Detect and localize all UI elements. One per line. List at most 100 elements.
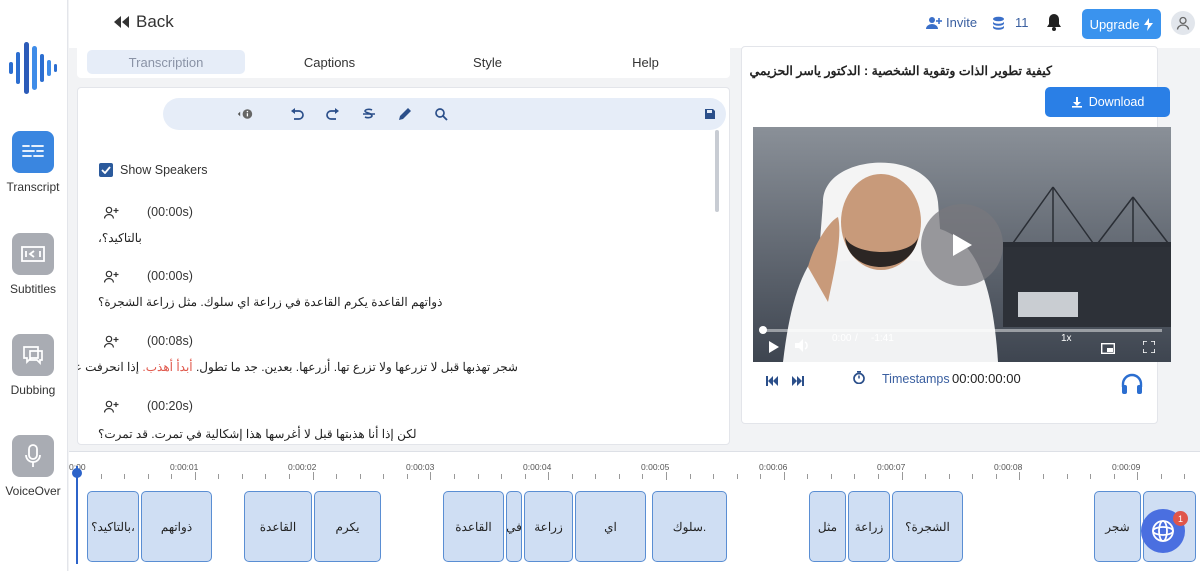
app-logo[interactable] (0, 38, 66, 98)
word-block[interactable]: بالتاكيد؟، (87, 491, 139, 562)
edit-button[interactable] (397, 106, 413, 122)
add-speaker-icon[interactable] (104, 270, 119, 283)
play-icon (953, 234, 972, 256)
add-speaker-icon[interactable] (104, 400, 119, 413)
fullscreen-button[interactable] (1142, 340, 1156, 358)
word-block[interactable]: يكرم (314, 491, 381, 562)
notification-badge: 1 (1173, 511, 1188, 526)
timeline-tick (901, 472, 903, 480)
timestamp-value: 00:00:00:00 (952, 371, 1021, 386)
word-block[interactable]: القاعدة (244, 491, 312, 562)
audio-button[interactable] (1120, 373, 1144, 400)
word-block[interactable]: زراعة (524, 491, 573, 562)
credits-counter[interactable]: 11 (992, 15, 1029, 30)
timeline[interactable]: 0:00 0:00:01 0:00:02 0:00:03 0:00:04 0:0… (69, 451, 1200, 571)
redo-button[interactable] (325, 106, 341, 122)
timeline-tick (524, 474, 526, 479)
word-block[interactable]: زراعة (848, 491, 890, 562)
strikethrough-icon (363, 108, 375, 119)
segment-text[interactable]: لكن إذا أنا هذبتها قبل لا أغرسها هذا إشك… (98, 427, 518, 441)
upgrade-button[interactable]: Upgrade (1082, 9, 1161, 39)
video-play-button[interactable] (769, 340, 779, 358)
word-block[interactable]: في (506, 491, 522, 562)
playhead-handle[interactable] (72, 468, 82, 478)
undo-button[interactable] (289, 106, 305, 122)
back-button[interactable]: Back (113, 12, 174, 32)
sidebar-item-dubbing[interactable]: Dubbing (0, 334, 66, 397)
playback-speed[interactable]: 1x (1061, 333, 1072, 344)
timeline-tick (595, 474, 597, 479)
tab-captions[interactable]: Captions (252, 50, 407, 74)
download-icon (1071, 97, 1082, 108)
rewind-icon (114, 16, 129, 28)
add-speaker-icon[interactable] (104, 206, 119, 219)
timeline-tick (1066, 474, 1068, 479)
video-controls: 0:00 / -1:41 1x (753, 324, 1171, 362)
pen-icon (399, 108, 411, 120)
editor-scrollbar[interactable] (715, 130, 719, 212)
highlighted-text: أبدأ أهذب. (142, 360, 193, 374)
timeline-tick (995, 474, 997, 479)
timestamps-label[interactable]: Timestamps (882, 372, 950, 386)
pip-button[interactable] (1100, 341, 1116, 359)
play-overlay-button[interactable] (921, 204, 1003, 286)
show-speakers-toggle[interactable]: Show Speakers (99, 163, 208, 177)
sidebar-item-transcript[interactable]: Transcript (0, 131, 66, 194)
lightning-icon (1144, 17, 1154, 31)
word-block[interactable]: الشجرة؟ (892, 491, 963, 562)
skip-forward-button[interactable] (792, 373, 804, 391)
time-separator: / (855, 333, 858, 344)
word-block[interactable]: اي (575, 491, 646, 562)
download-button[interactable]: Download (1045, 87, 1170, 117)
tab-help[interactable]: Help (568, 50, 723, 74)
tab-style[interactable]: Style (410, 50, 565, 74)
tick-label: 0:00:01 (170, 462, 199, 472)
stopwatch-icon (853, 371, 865, 385)
sidebar-item-subtitles[interactable]: Subtitles (0, 233, 66, 296)
save-icon (705, 109, 715, 119)
timeline-tick (713, 474, 715, 479)
segment-text[interactable]: بالتاكيد؟، (98, 231, 518, 245)
timeline-tick (289, 474, 291, 479)
video-panel: كيفية تطوير الذات وتقوية الشخصية : الدكت… (741, 46, 1171, 424)
checkbox-checked[interactable] (99, 163, 113, 177)
volume-button[interactable] (795, 339, 810, 357)
timeline-tick (548, 472, 550, 480)
skip-back-button[interactable] (766, 373, 778, 391)
timeline-playhead[interactable] (76, 466, 78, 564)
word-block[interactable]: مثل (809, 491, 846, 562)
timeline-tick (359, 474, 361, 479)
segment-text[interactable]: ذواتهم القاعدة يكرم القاعدة في زراعة اي … (98, 295, 518, 309)
segment-text[interactable]: شجر تهذبها قبل لا تزرعها ولا تزرع تها. أ… (78, 360, 518, 374)
search-button[interactable] (433, 106, 449, 122)
tab-transcription[interactable]: Transcription (87, 50, 245, 74)
fullscreen-icon (1142, 340, 1156, 354)
sidebar-item-label: VoiceOver (5, 484, 61, 498)
show-speakers-label: Show Speakers (120, 163, 208, 177)
notifications-button[interactable] (1046, 13, 1062, 36)
timeline-tick (1184, 474, 1186, 479)
word-block[interactable]: القاعدة (443, 491, 504, 562)
transcript-icon (12, 131, 54, 173)
transcript-editor: Show Speakers (00:00s) بالتاكيد؟، (00:00… (77, 87, 730, 445)
strikethrough-button[interactable] (361, 106, 377, 122)
save-button[interactable] (702, 106, 718, 122)
sidebar-item-voiceover[interactable]: VoiceOver (0, 435, 66, 498)
video-player[interactable]: 0:00 / -1:41 1x (753, 127, 1171, 362)
word-block[interactable]: ذواتهم (141, 491, 212, 562)
word-block[interactable]: سلوك. (652, 491, 727, 562)
skip-back-icon (766, 376, 778, 386)
user-avatar[interactable] (1171, 11, 1195, 35)
invite-button[interactable]: Invite (926, 15, 977, 30)
video-progress-bar[interactable] (762, 329, 1162, 332)
info-button[interactable] (237, 106, 253, 122)
timeline-tick (1113, 474, 1115, 479)
timeline-tick (1160, 474, 1162, 479)
stopwatch-button[interactable] (853, 371, 865, 389)
word-block[interactable]: شجر (1094, 491, 1141, 562)
timeline-tick (736, 474, 738, 479)
search-icon (435, 108, 448, 121)
video-progress-handle[interactable] (759, 326, 767, 334)
add-speaker-icon[interactable] (104, 335, 119, 348)
invite-label: Invite (946, 15, 978, 30)
